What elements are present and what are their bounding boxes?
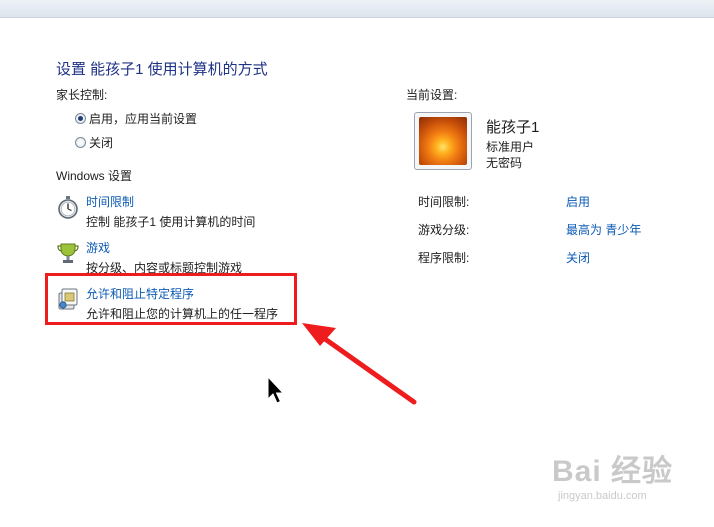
stat-program-limits-value[interactable]: 关闭 — [566, 249, 590, 266]
arrow-shaft — [315, 331, 417, 405]
stat-time-limits-value[interactable]: 启用 — [566, 193, 590, 210]
current-settings-label: 当前设置: — [406, 88, 458, 102]
user-avatar — [414, 112, 472, 170]
account-type: 标准用户 — [486, 140, 535, 154]
stat-game-rating-label: 游戏分级: — [418, 223, 470, 237]
baidu-watermark: Bai 经验 jingyan.baidu.com — [552, 446, 673, 502]
stat-game-rating-value[interactable]: 最高为 青少年 — [566, 221, 641, 238]
flower-picture — [419, 117, 467, 165]
watermark-brand: Bai 经验 — [552, 455, 674, 488]
stat-time-limits-label: 时间限制: — [418, 195, 470, 209]
password-status: 无密码 — [486, 156, 523, 170]
watermark-url: jingyan.baidu.com — [558, 490, 647, 502]
mouse-cursor-icon — [267, 376, 285, 404]
user-name: 能孩子1 — [486, 119, 540, 136]
stat-program-limits-label: 程序限制: — [418, 251, 470, 265]
